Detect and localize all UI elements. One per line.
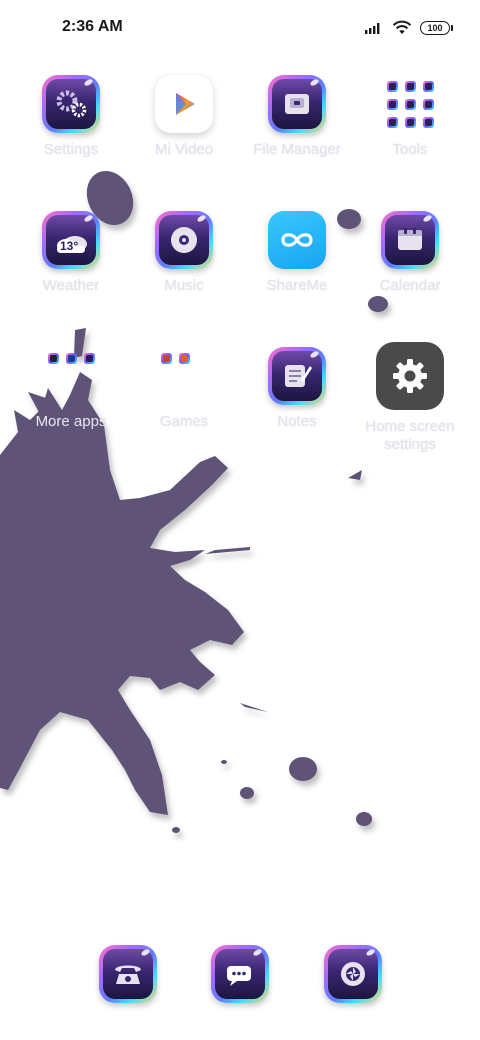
- app-label: More apps: [35, 413, 107, 430]
- file-manager-icon: [268, 75, 326, 133]
- signal-icon: [365, 23, 380, 34]
- app-notes[interactable]: Notes: [241, 347, 353, 431]
- mi-video-icon: [155, 75, 213, 133]
- app-weather[interactable]: 13° Weather: [15, 211, 127, 295]
- weather-icon: 13°: [42, 211, 100, 269]
- games-folder-icon: [155, 347, 213, 405]
- app-label: Tools: [392, 141, 428, 158]
- dock-phone[interactable]: [99, 945, 157, 1003]
- settings-icon: [42, 75, 100, 133]
- weather-temperature: 13°: [60, 239, 79, 253]
- tools-folder-icon: [381, 75, 439, 133]
- dock-camera[interactable]: [324, 945, 382, 1003]
- app-file-manager[interactable]: File Manager: [241, 75, 353, 159]
- app-label: Home screen settings: [365, 418, 455, 453]
- gear-icon: [376, 342, 444, 410]
- app-label: Settings: [43, 141, 99, 158]
- dock-messaging[interactable]: [211, 945, 269, 1003]
- app-label: Music: [164, 277, 204, 294]
- messaging-icon: [211, 945, 269, 1003]
- wifi-icon: [392, 20, 412, 34]
- status-time: 2:36 AM: [62, 18, 123, 35]
- battery-icon: 100: [420, 21, 453, 35]
- app-shareme[interactable]: ShareMe: [241, 211, 353, 295]
- folder-more-apps[interactable]: More apps: [15, 347, 127, 431]
- shareme-icon: [268, 211, 326, 269]
- app-music[interactable]: Music: [128, 211, 240, 295]
- status-bar: 2:36 AM 100: [0, 0, 480, 56]
- folder-tools[interactable]: Tools: [354, 75, 466, 159]
- camera-icon: [324, 945, 382, 1003]
- app-label: Weather: [42, 277, 100, 294]
- app-calendar[interactable]: Calendar: [354, 211, 466, 295]
- app-mi-video[interactable]: Mi Video: [128, 75, 240, 159]
- app-label: Mi Video: [154, 141, 214, 158]
- phone-icon: [99, 945, 157, 1003]
- app-home-screen-settings[interactable]: Home screen settings: [354, 342, 466, 454]
- app-settings[interactable]: Settings: [15, 75, 127, 159]
- app-label: File Manager: [253, 141, 341, 158]
- status-icons: 100: [364, 18, 453, 38]
- app-label: Games: [159, 413, 209, 430]
- folder-games[interactable]: Games: [128, 347, 240, 431]
- app-label: Calendar: [379, 277, 441, 294]
- app-label: ShareMe: [266, 277, 328, 294]
- calendar-icon: [381, 211, 439, 269]
- app-label: Notes: [277, 413, 317, 430]
- more-apps-folder-icon: [42, 347, 100, 405]
- notes-icon: [268, 347, 326, 405]
- music-icon: [155, 211, 213, 269]
